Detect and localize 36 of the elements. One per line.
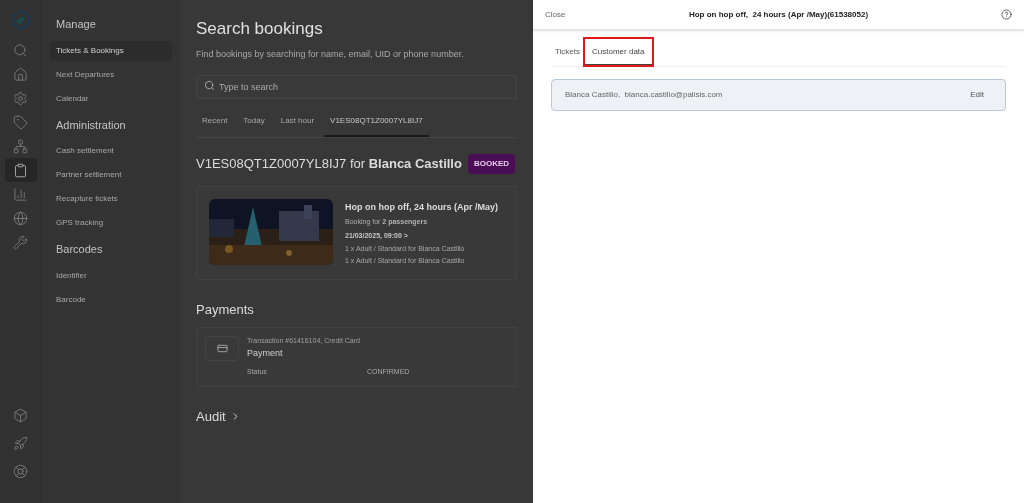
search-icon: [204, 79, 215, 91]
nav-item[interactable]: Identifier: [50, 265, 172, 286]
drawer-title: Hop on hop off, 24 hours (Apr /May)(61538052): [688, 8, 869, 21]
tab[interactable]: V1ES08QT1Z0007YL8IJ7: [324, 111, 429, 137]
nav-item[interactable]: GPS tracking: [50, 213, 172, 233]
payment-name: Payment: [247, 346, 284, 360]
tab[interactable]: Customer data: [584, 38, 653, 66]
nav-heading: Administration: [55, 117, 127, 133]
logo-icon: [10, 10, 31, 30]
nav-item[interactable]: Cash settlement: [50, 141, 172, 161]
clipboard-icon[interactable]: [4, 158, 37, 182]
booking-heading: V1ES08QT1Z0007YL8IJ7 for Blanca Castillo: [196, 155, 462, 174]
close-button[interactable]: Close: [545, 8, 585, 21]
tab[interactable]: Last hour: [274, 111, 321, 137]
nav-item[interactable]: Partner settlement: [50, 165, 172, 185]
tab[interactable]: Today: [237, 111, 271, 137]
tab[interactable]: Recent: [196, 111, 234, 137]
audit-link[interactable]: Audit: [196, 407, 241, 427]
nav-item[interactable]: Calendar: [50, 88, 172, 109]
search-field[interactable]: Type to search: [196, 75, 517, 99]
nav-item[interactable]: Next Departures: [50, 64, 172, 85]
nav-heading: Barcodes: [55, 242, 104, 257]
edit-button[interactable]: Edit: [962, 85, 992, 105]
card-icon: [205, 336, 239, 361]
page-title: Search bookings: [196, 18, 324, 40]
product-title: Hop on hop off, 24 hours (Apr /May): [345, 201, 498, 214]
nav-heading: Manage: [55, 17, 97, 32]
tab[interactable]: Tickets: [551, 38, 585, 66]
section-title: Payments: [196, 300, 255, 319]
nav-item[interactable]: Tickets & Bookings: [50, 40, 172, 61]
page-subtitle: Find bookings by searching for name, email, UID or phone number.: [196, 47, 465, 61]
nav-item[interactable]: Barcode: [50, 289, 172, 310]
status-badge: BOOKED: [467, 154, 516, 174]
nav-item[interactable]: Recapture tickets: [50, 189, 172, 209]
help-icon[interactable]: [1001, 9, 1012, 20]
customer-info: Blanca Castillo, blanca.castillo@palisis.com: [565, 89, 723, 101]
